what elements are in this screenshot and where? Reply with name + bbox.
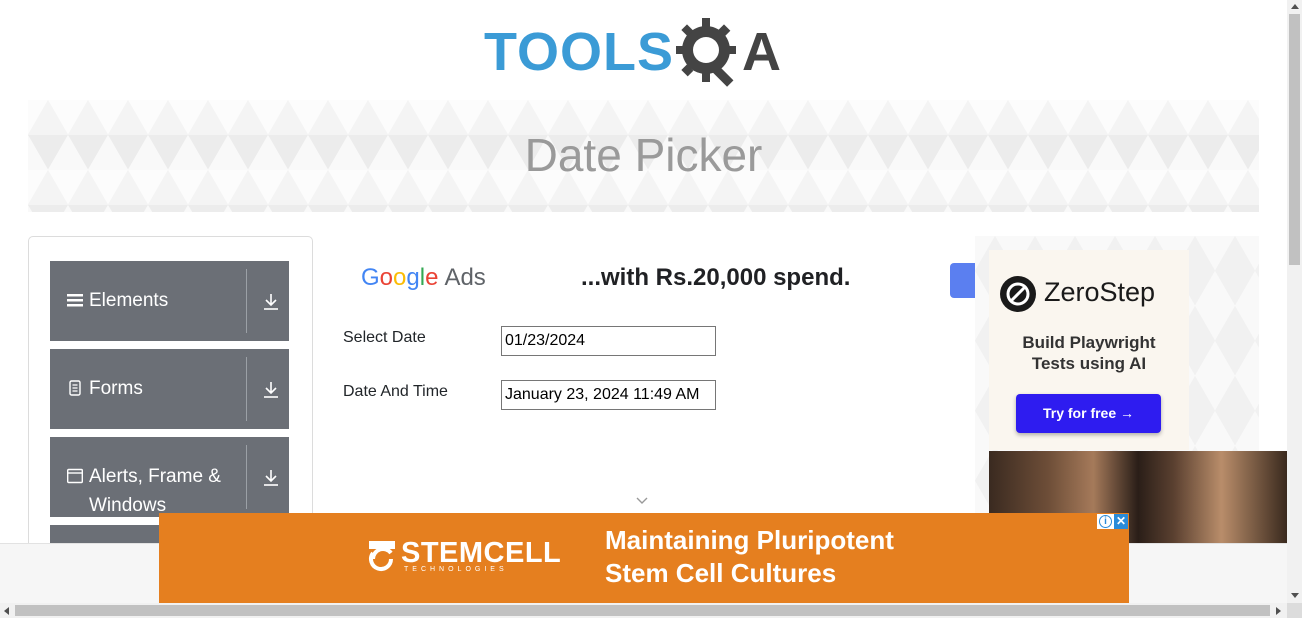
stemcell-logo-icon — [369, 541, 395, 571]
scrollbar-corner — [1287, 603, 1302, 618]
logo-text-tools: TOOLS — [484, 22, 675, 82]
info-icon[interactable]: i — [1099, 515, 1112, 528]
logo-letter: o — [393, 264, 407, 291]
divider — [246, 357, 247, 421]
sidebar-group-alerts[interactable]: Alerts, Frame & Windows — [50, 437, 289, 517]
page-title: Date Picker — [524, 129, 763, 181]
zerostep-card: ZeroStep Build Playwright Tests using AI… — [989, 250, 1189, 450]
google-ads-logo: Google Ads — [361, 264, 486, 292]
logo-text-a: A — [742, 22, 782, 82]
chevron-down-icon[interactable] — [636, 497, 648, 505]
hamburger-icon — [67, 294, 83, 307]
logo-letter: G — [361, 264, 380, 291]
vertical-scrollbar[interactable] — [1287, 0, 1302, 603]
horizontal-scroll-thumb[interactable] — [15, 605, 1270, 616]
page-banner: Date Picker — [28, 100, 1259, 212]
sidebar-group-forms[interactable]: Forms — [50, 349, 289, 429]
logo-letter: o — [379, 264, 394, 291]
tagline-line: Build Playwright — [1022, 333, 1156, 352]
stemcell-ad[interactable]: STEMCELL TECHNOLOGIES Maintaining Plurip… — [159, 513, 1129, 603]
divider — [246, 269, 247, 333]
tagline-line: Tests using AI — [1031, 354, 1147, 373]
download-icon[interactable] — [262, 380, 280, 400]
logo-letter: g — [406, 264, 420, 291]
gear-magnifier-icon — [676, 18, 737, 87]
google-ads-banner[interactable]: Google Ads ...with Rs.20,000 spend. — [343, 258, 990, 302]
sidebar-group-label: Forms — [89, 378, 143, 399]
window-icon — [67, 468, 83, 484]
try-for-free-button[interactable]: Try for free → — [1016, 394, 1161, 433]
zerostep-logo-icon — [1000, 276, 1036, 312]
stemcell-sub: TECHNOLOGIES — [404, 566, 508, 573]
zerostep-brand: ZeroStep — [1044, 277, 1156, 307]
logo-suffix: Ads — [444, 264, 486, 291]
download-icon[interactable] — [262, 468, 280, 488]
document-icon — [69, 380, 81, 396]
sidebar-group-elements[interactable]: Elements — [50, 261, 289, 341]
select-date-label: Select Date — [343, 329, 426, 346]
date-and-time-label: Date And Time — [343, 383, 448, 400]
stemcell-headline: Maintaining Pluripotent Stem Cell Cultur… — [605, 524, 894, 590]
close-icon[interactable]: ✕ — [1114, 514, 1128, 529]
divider — [246, 445, 247, 509]
scroll-left-icon[interactable] — [4, 607, 9, 615]
ad-slogan: ...with Rs.20,000 spend. — [581, 264, 851, 291]
vertical-scroll-thumb[interactable] — [1289, 14, 1300, 265]
date-and-time-input[interactable]: January 23, 2024 11:49 AM — [501, 380, 716, 410]
scroll-right-icon[interactable] — [1276, 607, 1281, 615]
toolsqa-logo[interactable]: TOOLS A — [484, 14, 781, 90]
scroll-up-icon[interactable] — [1291, 4, 1299, 9]
headline-line: Maintaining Pluripotent — [605, 525, 894, 555]
download-icon[interactable] — [262, 292, 280, 312]
sidebar-group-label: Alerts, Frame & Windows — [89, 466, 221, 516]
headline-line: Stem Cell Cultures — [605, 558, 837, 588]
horizontal-scrollbar[interactable] — [0, 603, 1287, 618]
adchoices-badge[interactable]: i ✕ — [1097, 514, 1128, 529]
zerostep-tagline: Build Playwright Tests using AI — [989, 332, 1189, 374]
logo-letter: e — [425, 264, 439, 291]
scroll-down-icon[interactable] — [1291, 593, 1299, 598]
page-viewport: TOOLS A Date Picker Elements Forms Alert… — [0, 0, 1287, 603]
select-date-input[interactable]: 01/23/2024 — [501, 326, 716, 356]
sidebar-group-label: Elements — [89, 290, 169, 311]
